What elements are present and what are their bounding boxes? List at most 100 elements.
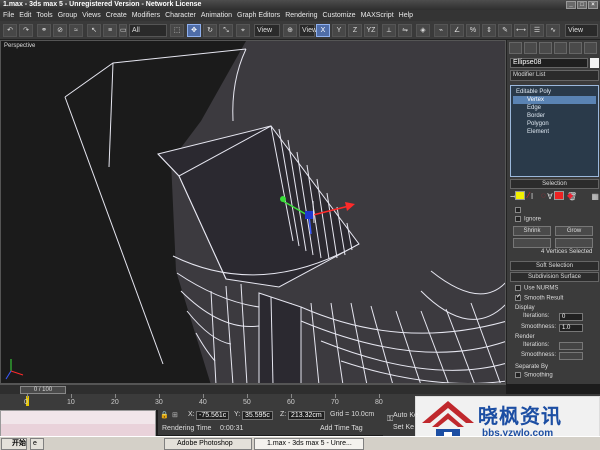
- menu-edit[interactable]: Edit: [19, 12, 31, 19]
- menu-modifiers[interactable]: Modifiers: [132, 12, 160, 19]
- axis-z-button[interactable]: Z: [348, 24, 362, 37]
- redo-icon[interactable]: ↷: [19, 24, 33, 37]
- soft-selection-rollout-header[interactable]: Soft Selection: [510, 261, 599, 271]
- menu-rendering[interactable]: Rendering: [285, 12, 317, 19]
- render-smoothness-spinner[interactable]: [559, 352, 583, 360]
- taskbar-photoshop[interactable]: Adobe Photoshop: [164, 438, 252, 450]
- edge-mode-icon[interactable]: ⁄: [528, 191, 538, 200]
- loop-button[interactable]: [555, 238, 593, 248]
- stack-item-vertex[interactable]: Vertex: [513, 96, 596, 104]
- menu-graph-editors[interactable]: Graph Editors: [237, 12, 280, 19]
- maximize-button[interactable]: □: [577, 1, 587, 9]
- stack-item-editable-poly[interactable]: Editable Poly: [513, 88, 596, 96]
- render-type-dropdown[interactable]: View: [565, 24, 598, 37]
- quicklaunch-ie-icon[interactable]: e: [30, 438, 44, 450]
- vertex-mode-icon[interactable]: [515, 191, 525, 200]
- axis-yz-button[interactable]: YZ: [364, 24, 378, 37]
- menu-customize[interactable]: Customize: [323, 12, 356, 19]
- bind-spacewarp-icon[interactable]: ≈: [69, 24, 83, 37]
- select-object-icon[interactable]: ↖: [87, 24, 101, 37]
- lock-selection-icon[interactable]: 🔒: [160, 411, 169, 419]
- grow-button[interactable]: Grow: [555, 226, 593, 236]
- perspective-viewport[interactable]: Perspective: [0, 40, 506, 384]
- menu-animation[interactable]: Animation: [201, 12, 232, 19]
- menu-views[interactable]: Views: [82, 12, 101, 19]
- select-by-name-icon[interactable]: ≡: [103, 24, 117, 37]
- taskbar-3dsmax[interactable]: 1.max - 3ds max 5 - Unre...: [254, 438, 364, 450]
- add-time-tag-button[interactable]: Add Time Tag: [320, 425, 363, 432]
- border-mode-icon[interactable]: ◌: [541, 191, 551, 200]
- shrink-button[interactable]: Shrink: [513, 226, 551, 236]
- axis-xy-icon[interactable]: ⟂: [382, 24, 396, 37]
- menu-help[interactable]: Help: [399, 12, 413, 19]
- motion-tab-icon[interactable]: [554, 42, 567, 54]
- select-manipulate-icon[interactable]: ⌖: [236, 24, 250, 37]
- absolute-mode-icon[interactable]: ⊞: [172, 411, 178, 419]
- layer-icon[interactable]: ☰: [530, 24, 544, 37]
- menu-file[interactable]: File: [3, 12, 14, 19]
- by-vertex-checkbox[interactable]: [515, 207, 524, 214]
- menu-character[interactable]: Character: [165, 12, 196, 19]
- undo-icon[interactable]: ↶: [3, 24, 17, 37]
- smoothing-checkbox[interactable]: Smoothing: [515, 372, 553, 379]
- selection-filter-dropdown[interactable]: All: [129, 24, 167, 37]
- named-selection-icon[interactable]: ✎: [498, 24, 512, 37]
- z-coordinate-field[interactable]: 213.32cm: [288, 411, 325, 420]
- element-mode-icon[interactable]: ◆: [567, 191, 577, 200]
- select-move-icon[interactable]: ✥: [187, 24, 201, 37]
- hierarchy-tab-icon[interactable]: [539, 42, 552, 54]
- select-link-icon[interactable]: ⚭: [37, 24, 51, 37]
- viewport-label[interactable]: Perspective: [4, 43, 35, 49]
- utilities-tab-icon[interactable]: [584, 42, 597, 54]
- menu-maxscript[interactable]: MAXScript: [361, 12, 394, 19]
- close-button[interactable]: ×: [588, 1, 598, 9]
- minimize-button[interactable]: _: [566, 1, 576, 9]
- object-color-swatch[interactable]: [590, 58, 599, 68]
- spinner-snap-icon[interactable]: ⇕: [482, 24, 496, 37]
- ignore-backfacing-checkbox[interactable]: Ignore: [515, 216, 541, 223]
- axis-y-button[interactable]: Y: [332, 24, 346, 37]
- polygon-mode-icon[interactable]: [554, 191, 564, 200]
- y-coordinate-field[interactable]: 35.595c: [242, 411, 273, 420]
- unlink-icon[interactable]: ⊘: [53, 24, 67, 37]
- select-move-filter-icon[interactable]: ⬚: [170, 24, 184, 37]
- select-scale-icon[interactable]: ⤡: [219, 24, 233, 37]
- modifier-list-dropdown[interactable]: Modifier List: [510, 70, 599, 81]
- angle-snap-icon[interactable]: ∠: [450, 24, 464, 37]
- start-button[interactable]: 开始: [1, 438, 27, 450]
- smoothness-spinner[interactable]: 1.0: [559, 324, 583, 332]
- set-key-button[interactable]: Set Ke: [393, 424, 414, 431]
- reference-coord-dropdown[interactable]: View: [254, 24, 280, 37]
- region-select-icon[interactable]: ▭: [119, 24, 127, 37]
- iterations-spinner[interactable]: 0: [559, 313, 583, 321]
- maxscript-output[interactable]: [1, 424, 155, 436]
- modifier-stack[interactable]: Editable Poly Vertex Edge Border Polygon…: [510, 85, 599, 177]
- axis-x-button[interactable]: X: [316, 24, 330, 37]
- pivot-center-icon[interactable]: ⊕: [283, 24, 297, 37]
- stack-item-border[interactable]: Border: [513, 112, 596, 120]
- create-tab-icon[interactable]: [509, 42, 522, 54]
- ring-button[interactable]: [513, 238, 551, 248]
- object-name-field[interactable]: Ellipse08: [510, 58, 588, 68]
- menu-group[interactable]: Group: [58, 12, 77, 19]
- percent-snap-icon[interactable]: %: [466, 24, 480, 37]
- curve-editor-icon[interactable]: ∿: [546, 24, 560, 37]
- time-slider-thumb[interactable]: 0 / 100: [20, 386, 66, 394]
- stack-item-element[interactable]: Element: [513, 128, 596, 136]
- display-tab-icon[interactable]: [569, 42, 582, 54]
- x-coordinate-field[interactable]: -75.561c: [196, 411, 230, 420]
- stack-item-edge[interactable]: Edge: [513, 104, 596, 112]
- smooth-result-checkbox[interactable]: Smooth Result: [515, 295, 563, 302]
- mirror-tool-icon[interactable]: ⟷: [514, 24, 528, 37]
- stack-item-polygon[interactable]: Polygon: [513, 120, 596, 128]
- pivot-dropdown[interactable]: View: [299, 24, 317, 37]
- menu-tools[interactable]: Tools: [36, 12, 52, 19]
- align-icon[interactable]: ◈: [416, 24, 430, 37]
- snap-icon[interactable]: ⌁: [434, 24, 448, 37]
- render-iterations-spinner[interactable]: [559, 342, 583, 350]
- select-rotate-icon[interactable]: ↻: [203, 24, 217, 37]
- subdivision-rollout-header[interactable]: Subdivision Surface: [510, 272, 599, 282]
- mirror-icon[interactable]: ⇋: [398, 24, 412, 37]
- use-nurms-checkbox[interactable]: Use NURMS: [515, 285, 558, 292]
- modify-tab-icon[interactable]: [524, 42, 537, 54]
